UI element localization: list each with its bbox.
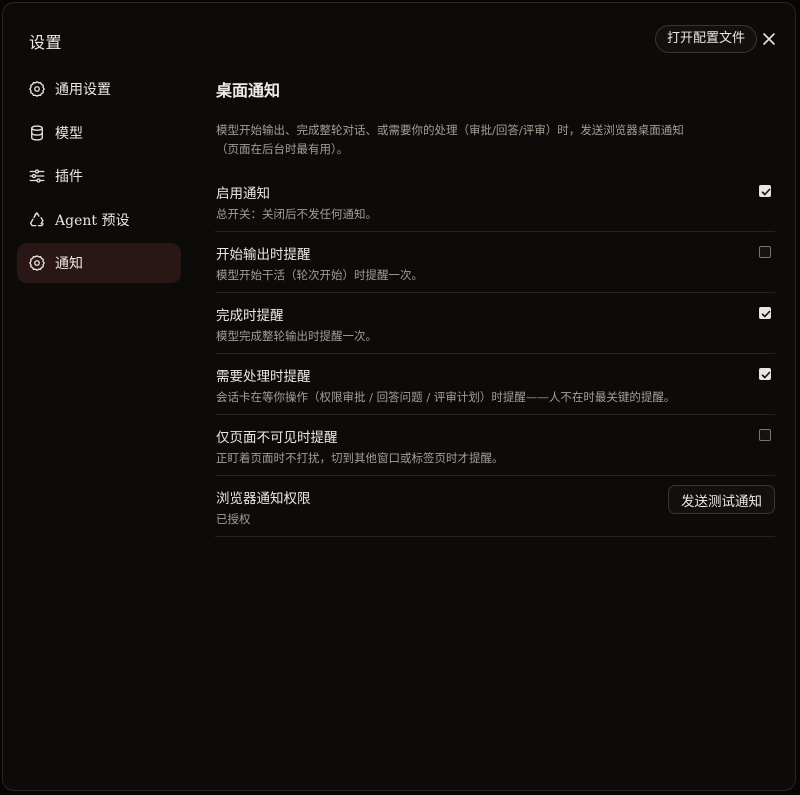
sidebar-item-label: 通用设置 <box>55 82 111 98</box>
settings-dialog: 设置 打开配置文件 通用设置 模型 插件 Agent 预设 通知 桌面通知 模型… <box>2 2 796 791</box>
setting-description: 会话卡在等你操作（权限审批 / 回答问题 / 评审计划）时提醒——人不在时最关键… <box>216 390 676 404</box>
sidebar-item-label: 模型 <box>55 125 83 142</box>
check-icon <box>761 371 771 379</box>
sidebar-item-models[interactable]: 模型 <box>17 113 181 153</box>
setting-description: 正盯着页面时不打扰，切到其他窗口或标签页时才提醒。 <box>216 451 504 465</box>
setting-label: 仅页面不可见时提醒 <box>216 430 338 446</box>
sidebar-item-general[interactable]: 通用设置 <box>17 69 181 109</box>
setting-description: 总开关：关闭后不发任何通知。 <box>216 207 377 221</box>
sidebar-item-label: 通知 <box>55 256 83 272</box>
setting-row-enable: 启用通知 总开关：关闭后不发任何通知。 <box>215 171 775 232</box>
enable-notifications-checkbox[interactable] <box>759 185 771 197</box>
section-description: 模型开始输出、完成整轮对话、或需要你的处理（审批/回答/评审）时，发送浏览器桌面… <box>216 123 684 156</box>
database-icon <box>28 124 46 142</box>
setting-row-hidden-only: 仅页面不可见时提醒 正盯着页面时不打扰，切到其他窗口或标签页时才提醒。 <box>215 415 775 476</box>
hidden-only-checkbox[interactable] <box>759 429 771 441</box>
setting-description: 模型完成整轮输出时提醒一次。 <box>216 329 377 343</box>
setting-row-action-needed: 需要处理时提醒 会话卡在等你操作（权限审批 / 回答问题 / 评审计划）时提醒—… <box>215 354 775 415</box>
setting-label: 浏览器通知权限 <box>216 491 311 507</box>
sidebar-item-label: 插件 <box>55 169 83 185</box>
gear-icon <box>28 254 46 272</box>
setting-description: 模型开始干活（轮次开始）时提醒一次。 <box>216 268 423 282</box>
close-icon[interactable] <box>759 29 779 49</box>
setting-label: 启用通知 <box>216 186 270 202</box>
start-output-checkbox[interactable] <box>759 246 771 258</box>
check-icon <box>761 310 771 318</box>
sidebar-item-agent-presets[interactable]: Agent 预设 <box>17 200 181 240</box>
setting-row-permission: 浏览器通知权限 已授权 发送测试通知 <box>215 476 775 537</box>
send-test-notification-button[interactable]: 发送测试通知 <box>668 485 775 514</box>
setting-row-start-output: 开始输出时提醒 模型开始干活（轮次开始）时提醒一次。 <box>215 232 775 293</box>
setting-label: 需要处理时提醒 <box>216 369 311 385</box>
action-needed-checkbox[interactable] <box>759 368 771 380</box>
sidebar-item-notifications[interactable]: 通知 <box>17 243 181 283</box>
open-config-file-button[interactable]: 打开配置文件 <box>655 25 758 53</box>
check-icon <box>761 188 771 196</box>
setting-label: 完成时提醒 <box>216 308 284 324</box>
sidebar-item-label: Agent 预设 <box>55 212 130 229</box>
setting-row-complete: 完成时提醒 模型完成整轮输出时提醒一次。 <box>215 293 775 354</box>
sidebar: 通用设置 模型 插件 Agent 预设 通知 <box>17 69 181 287</box>
setting-label: 开始输出时提醒 <box>216 247 311 263</box>
sidebar-item-plugins[interactable]: 插件 <box>17 156 181 196</box>
dialog-title: 设置 <box>29 33 63 52</box>
gear-icon <box>28 80 46 98</box>
section-title: 桌面通知 <box>216 81 281 100</box>
sliders-icon <box>28 167 46 185</box>
main-panel: 桌面通知 模型开始输出、完成整轮对话、或需要你的处理（审批/回答/评审）时，发送… <box>215 69 775 537</box>
complete-checkbox[interactable] <box>759 307 771 319</box>
permission-status: 已授权 <box>216 512 251 526</box>
recycle-icon <box>28 211 46 229</box>
